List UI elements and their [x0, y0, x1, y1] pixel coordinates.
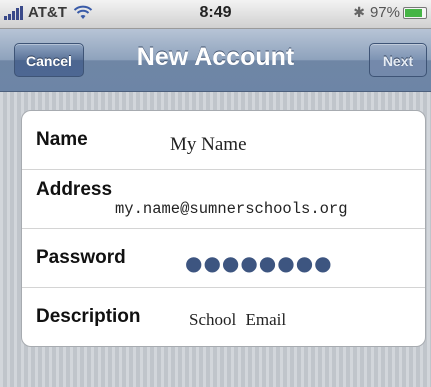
password-label: Password	[36, 247, 126, 268]
battery-icon	[403, 6, 427, 19]
password-row[interactable]: Password ●●●●●●●●	[22, 229, 425, 288]
description-field[interactable]: School Email	[189, 310, 286, 330]
next-button[interactable]: Next	[369, 43, 427, 77]
name-row[interactable]: Name My Name	[22, 111, 425, 170]
description-row[interactable]: Description School Email	[22, 288, 425, 346]
battery-fill	[405, 8, 422, 17]
battery-percent: 97%	[369, 4, 400, 21]
page-title: New Account	[136, 43, 295, 71]
content-area: Name My Name Address my.name@sumnerschoo…	[0, 92, 431, 387]
status-right: ✱ 97%	[353, 4, 427, 21]
name-field[interactable]: My Name	[170, 134, 247, 156]
name-label: Name	[36, 129, 88, 150]
status-bar: AT&T 8:49 ✱ 97%	[0, 0, 431, 29]
navigation-bar: Cancel New Account Next	[0, 29, 431, 92]
password-field[interactable]: ●●●●●●●●	[185, 251, 333, 275]
address-field[interactable]: my.name@sumnerschools.org	[115, 200, 348, 218]
description-label: Description	[36, 306, 141, 327]
bluetooth-icon: ✱	[353, 4, 365, 20]
address-label: Address	[36, 179, 113, 200]
address-row[interactable]: Address my.name@sumnerschools.org	[22, 170, 425, 229]
account-form: Name My Name Address my.name@sumnerschoo…	[21, 110, 426, 347]
